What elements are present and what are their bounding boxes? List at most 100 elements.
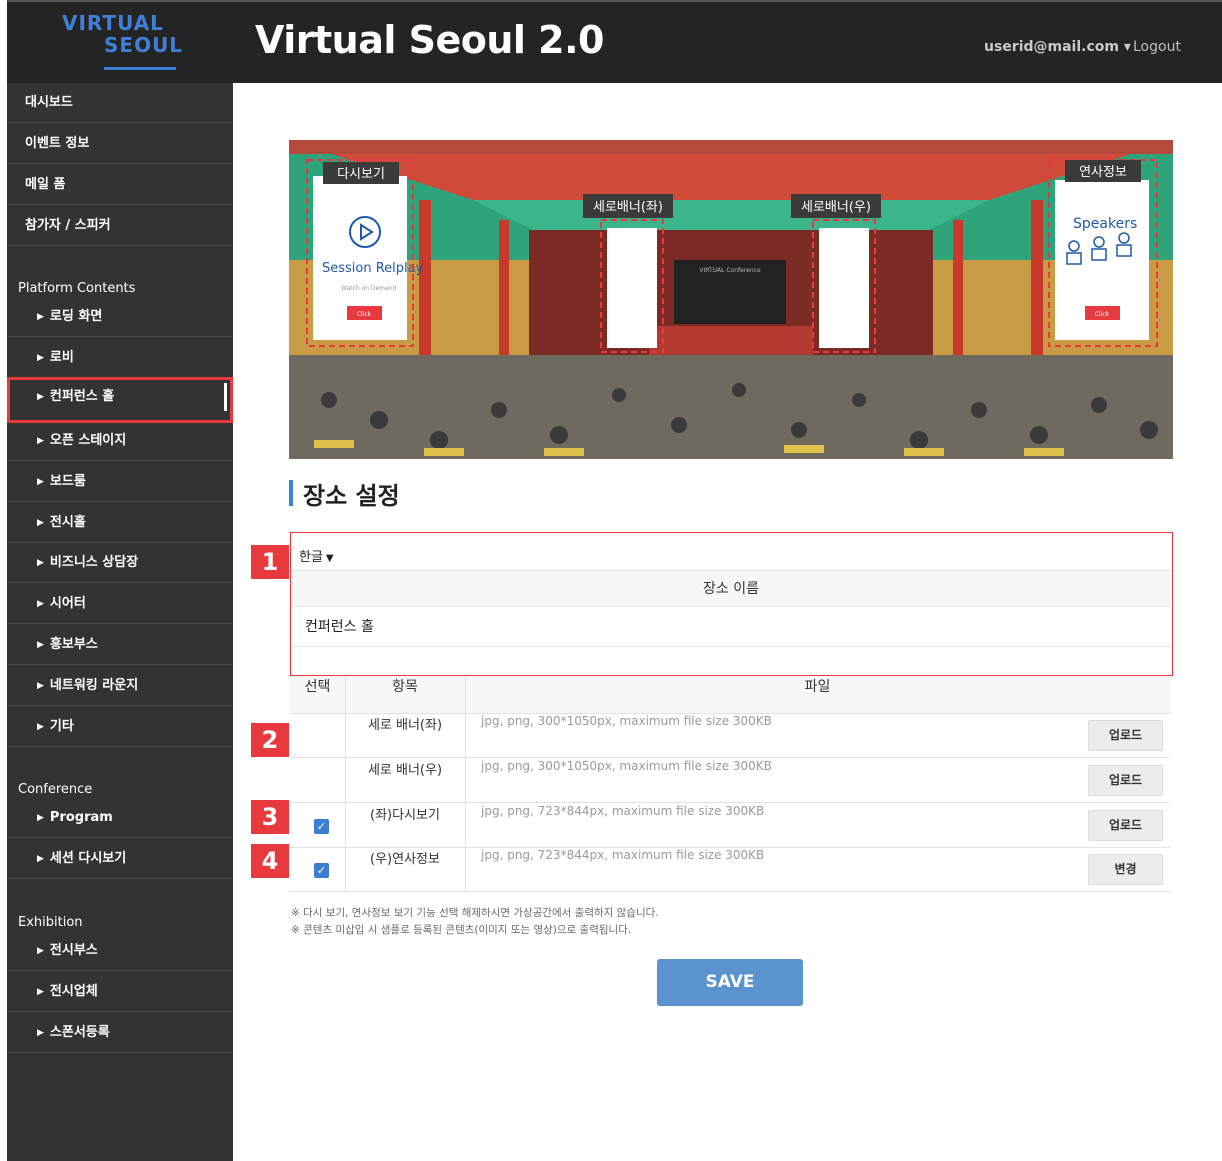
triangle-icon: ▶ [37, 518, 44, 528]
place-name-header: 장소 이름 [291, 570, 1171, 607]
save-button[interactable]: SAVE [657, 959, 803, 1006]
upload-button[interactable]: 업로드 [1088, 720, 1163, 751]
chevron-down-icon: ▼ [325, 553, 334, 564]
upload-button[interactable]: 업로드 [1088, 810, 1163, 841]
sidebar-item-exhibit-booth[interactable]: ▶ 전시부스 [7, 931, 233, 971]
replay-click: Click [357, 311, 372, 318]
sidebar-item-label: 전시홀 [49, 515, 86, 530]
table-row: 세로 배너(좌) jpg, png, 300*1050px, maximum f… [290, 714, 1170, 758]
sidebar-item-networking[interactable]: ▶ 네트워킹 라운지 [7, 666, 233, 706]
logo-line1: VIRTUAL [62, 11, 164, 35]
sidebar-item-exhibitors[interactable]: ▶ 전시업체 [7, 972, 233, 1012]
sidebar-item-business-meeting[interactable]: ▶ 비즈니스 상담장 [7, 543, 233, 583]
logout-link[interactable]: Logout [1133, 39, 1181, 55]
label-replay: 다시보기 [337, 167, 385, 182]
sidebar-item-label: Program [49, 810, 113, 825]
triangle-icon: ▶ [37, 854, 44, 864]
sidebar-item-event-info[interactable]: 이벤트 정보 [7, 124, 233, 164]
sidebar: 대시보드 이벤트 정보 메일 폼 참가자 / 스피커 Platform Cont… [7, 83, 233, 1161]
row-item: (우)연사정보 [370, 852, 440, 867]
note-line: ※ 콘텐츠 미삽입 시 샘플로 등록된 콘텐츠(이미지 또는 영상)으로 출력됩… [291, 924, 632, 936]
sidebar-section-platform: Platform Contents [18, 281, 136, 296]
row-file-hint: jpg, png, 723*844px, maximum file size 3… [481, 848, 765, 862]
row-file-hint: jpg, png, 723*844px, maximum file size 3… [481, 804, 765, 818]
sidebar-item-mail-form[interactable]: 메일 폼 [7, 165, 233, 205]
page-title: 장소 설정 [303, 482, 400, 510]
label-speaker-info: 연사정보 [1079, 165, 1127, 180]
conference-hall-preview: VIRTUAL Conference Session Relplay Watch… [289, 140, 1173, 459]
select-checkbox[interactable]: ✓ [314, 819, 329, 834]
sidebar-item-conference-hall[interactable]: ▶ 컨퍼런스 홀 [7, 377, 233, 423]
row-item: 세로 배너(좌) [367, 718, 443, 733]
select-checkbox[interactable]: ✓ [314, 863, 329, 878]
app-title: Virtual Seoul 2.0 [255, 18, 605, 62]
replay-text: Session Relplay [322, 261, 424, 276]
table-header: 선택 항목 파일 [290, 676, 1170, 714]
language-value: 한글 [299, 550, 323, 565]
sidebar-item-exhibition-hall[interactable]: ▶ 전시홀 [7, 503, 233, 543]
sidebar-item-label: 오픈 스테이지 [49, 433, 127, 448]
col-item: 항목 [392, 679, 418, 695]
language-select[interactable]: 한글 ▼ [299, 546, 334, 565]
top-header: VIRTUAL SEOUL Virtual Seoul 2.0 userid@m… [7, 0, 1222, 83]
row-file-hint: jpg, png, 300*1050px, maximum file size … [481, 759, 772, 773]
sidebar-item-label: 시어터 [49, 596, 86, 611]
col-file: 파일 [804, 679, 831, 695]
triangle-icon: ▶ [37, 599, 44, 609]
triangle-icon: ▶ [37, 722, 44, 732]
table-row: ✓ (우)연사정보 jpg, png, 723*844px, maximum f… [290, 848, 1170, 892]
upload-button[interactable]: 업로드 [1088, 765, 1163, 796]
row-file-hint: jpg, png, 300*1050px, maximum file size … [481, 714, 772, 728]
row-item: 세로 배너(우) [367, 763, 443, 778]
sidebar-item-sponsor[interactable]: ▶ 스폰서등록 [7, 1013, 233, 1053]
sidebar-item-boardroom[interactable]: ▶ 보드룸 [7, 462, 233, 502]
triangle-icon: ▶ [37, 640, 44, 650]
triangle-icon: ▶ [37, 813, 44, 823]
col-select: 선택 [304, 679, 331, 695]
sidebar-item-theater[interactable]: ▶ 시어터 [7, 584, 233, 624]
label-banner-left: 세로배너(좌) [593, 200, 663, 215]
virtual-seoul-logo[interactable]: VIRTUAL SEOUL [62, 11, 182, 75]
annotation-marker-3: 3 [251, 800, 289, 834]
triangle-icon: ▶ [37, 681, 44, 691]
user-menu[interactable]: userid@mail.com ▾ [984, 39, 1131, 55]
annotation-marker-1: 1 [251, 545, 289, 579]
triangle-icon: ▶ [37, 392, 44, 402]
triangle-icon: ▶ [37, 946, 44, 956]
sidebar-item-etc[interactable]: ▶ 기타 [7, 707, 233, 747]
table-row: ✓ (좌)다시보기 jpg, png, 723*844px, maximum f… [290, 804, 1170, 848]
triangle-icon: ▶ [37, 477, 44, 487]
sidebar-item-label: 홍보부스 [49, 637, 98, 652]
sidebar-item-label: 스폰서등록 [49, 1025, 110, 1040]
sidebar-item-label: 로딩 화면 [49, 309, 103, 324]
column-divider [345, 676, 346, 891]
sidebar-item-promo-booth[interactable]: ▶ 홍보부스 [7, 625, 233, 665]
sidebar-item-label: 세션 다시보기 [49, 851, 127, 866]
hall-illustration: VIRTUAL Conference Session Relplay Watch… [289, 140, 1173, 459]
annotation-marker-2: 2 [251, 723, 289, 757]
sidebar-item-open-stage[interactable]: ▶ 오픈 스테이지 [7, 421, 233, 461]
app-frame: VIRTUAL SEOUL Virtual Seoul 2.0 userid@m… [7, 0, 1222, 1161]
sidebar-item-loading[interactable]: ▶ 로딩 화면 [7, 297, 233, 337]
triangle-icon: ▶ [37, 436, 44, 446]
sidebar-item-label: 컨퍼런스 홀 [49, 389, 115, 404]
sidebar-item-program[interactable]: ▶ Program [7, 798, 233, 838]
triangle-icon: ▶ [37, 1028, 44, 1038]
replay-subtext: Watch on Demand [341, 285, 397, 292]
heading-accent-bar [289, 480, 293, 506]
sidebar-item-lobby[interactable]: ▶ 로비 [7, 338, 233, 378]
sidebar-item-label: 네트워킹 라운지 [49, 678, 139, 693]
sidebar-item-participants[interactable]: 참가자 / 스피커 [7, 206, 233, 246]
logo-line2: SEOUL [104, 33, 184, 57]
change-button[interactable]: 변경 [1088, 854, 1163, 885]
triangle-icon: ▶ [37, 987, 44, 997]
place-name-input[interactable]: 컨퍼런스 홀 [291, 607, 1171, 647]
speakers-text: Speakers [1073, 216, 1137, 232]
sidebar-item-label: 전시업체 [49, 984, 98, 999]
sidebar-item-session-replay[interactable]: ▶ 세션 다시보기 [7, 839, 233, 879]
triangle-icon: ▶ [37, 558, 44, 568]
sidebar-item-dashboard[interactable]: 대시보드 [7, 83, 233, 123]
label-banner-right: 세로배너(우) [801, 200, 871, 215]
sidebar-section-exhibition: Exhibition [18, 915, 83, 930]
triangle-icon: ▶ [37, 312, 44, 322]
